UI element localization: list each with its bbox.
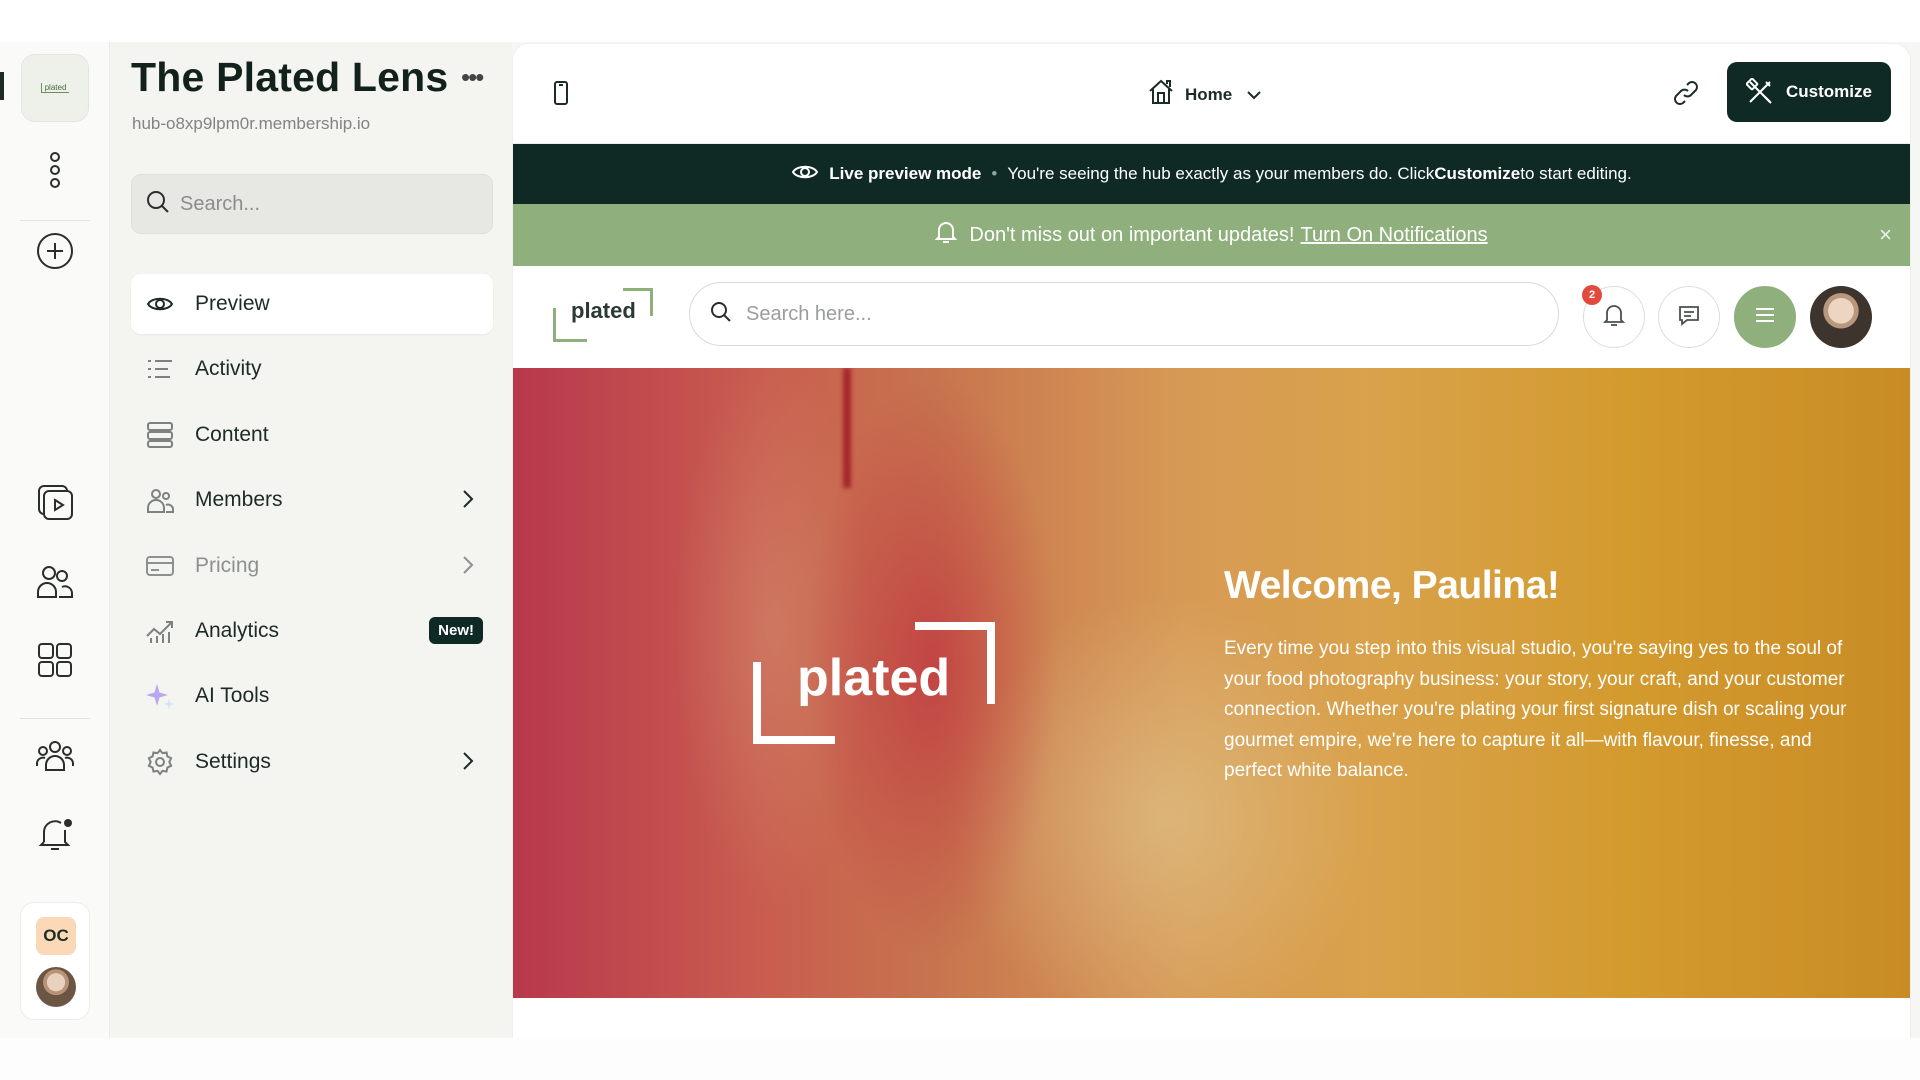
rail-divider bbox=[20, 718, 90, 719]
analytics-chart-icon bbox=[145, 616, 175, 646]
hero-logo: plated bbox=[753, 622, 995, 744]
hero-body: Every time you step into this visual stu… bbox=[1224, 638, 1847, 781]
sidebar-nav: Preview Activity Content Members Pricing… bbox=[131, 274, 493, 797]
eye-icon bbox=[791, 162, 819, 187]
sidebar-item-label: Analytics bbox=[195, 618, 280, 642]
members-icon[interactable] bbox=[31, 557, 79, 605]
content-stack-icon bbox=[145, 420, 175, 450]
messages-button[interactable] bbox=[1658, 286, 1720, 348]
customize-label: Customize bbox=[1786, 82, 1872, 101]
notifications-button[interactable]: 2 bbox=[1582, 285, 1645, 348]
hub-logo[interactable]: plated bbox=[21, 54, 89, 122]
active-marker bbox=[0, 72, 4, 100]
apps-grid-icon[interactable] bbox=[31, 636, 79, 684]
chat-icon bbox=[1677, 303, 1701, 332]
search-icon bbox=[710, 301, 732, 328]
site-search-input[interactable] bbox=[746, 302, 1526, 326]
sidebar-item-label: Content bbox=[195, 422, 269, 446]
sidebar-item-activity[interactable]: Activity bbox=[131, 339, 493, 399]
hero-title: Welcome, Paulina! bbox=[1224, 564, 1560, 607]
org-initials-badge[interactable]: OC bbox=[36, 917, 76, 955]
hub-logo-text: plated bbox=[40, 83, 70, 93]
sidebar-item-label: Members bbox=[195, 488, 283, 512]
community-icon[interactable] bbox=[31, 732, 79, 780]
sidebar-item-ai-tools[interactable]: AI Tools bbox=[131, 666, 493, 726]
customize-button[interactable]: Customize bbox=[1727, 62, 1891, 122]
sidebar-item-analytics[interactable]: Analytics New! bbox=[131, 601, 493, 661]
credit-card-icon bbox=[145, 551, 175, 581]
top-bar bbox=[0, 0, 1920, 42]
media-library-icon[interactable] bbox=[31, 478, 79, 526]
bell-icon bbox=[934, 220, 958, 250]
site-logo-text: plated bbox=[571, 298, 636, 323]
turn-on-notifications-link[interactable]: Turn On Notifications bbox=[1301, 224, 1488, 247]
kebab-icon[interactable] bbox=[31, 146, 79, 194]
avatar[interactable] bbox=[1810, 286, 1872, 348]
sidebar-item-label: Settings bbox=[195, 749, 271, 773]
sidebar-item-content[interactable]: Content bbox=[131, 405, 493, 465]
hero-logo-text: plated bbox=[797, 649, 951, 707]
search-icon bbox=[146, 190, 170, 219]
sidebar: The Plated Lens ••• hub-o8xp9lpm0r.membe… bbox=[111, 42, 512, 1038]
menu-button[interactable] bbox=[1734, 286, 1796, 348]
sidebar-item-label: Activity bbox=[195, 357, 262, 381]
gear-icon bbox=[145, 747, 175, 777]
preview-toolbar: Home Customize bbox=[513, 44, 1910, 144]
sidebar-item-preview[interactable]: Preview bbox=[131, 274, 493, 334]
user-switcher[interactable]: OC bbox=[20, 902, 90, 1020]
site-search[interactable] bbox=[689, 282, 1559, 346]
notification-banner: Don't miss out on important updates! Tur… bbox=[513, 204, 1910, 266]
page-selector[interactable]: Home bbox=[1147, 78, 1262, 111]
chevron-right-icon bbox=[461, 488, 475, 516]
sidebar-item-settings[interactable]: Settings bbox=[131, 732, 493, 792]
live-preview-text: You're seeing the hub exactly as your me… bbox=[1007, 164, 1435, 183]
new-badge: New! bbox=[429, 616, 483, 644]
live-preview-customize-word: Customize bbox=[1434, 164, 1521, 183]
sparkle-icon bbox=[145, 681, 175, 711]
chevron-right-icon bbox=[461, 750, 475, 778]
chevron-down-icon bbox=[1246, 85, 1262, 105]
search-input[interactable] bbox=[180, 192, 480, 216]
chevron-right-icon bbox=[461, 554, 475, 582]
notification-banner-text: Don't miss out on important updates! bbox=[969, 223, 1295, 246]
eye-icon bbox=[145, 289, 175, 319]
hero-background-streak bbox=[843, 368, 851, 488]
sidebar-item-pricing[interactable]: Pricing bbox=[131, 536, 493, 596]
add-circle-icon[interactable] bbox=[31, 227, 79, 275]
live-preview-title: Live preview mode bbox=[829, 164, 982, 183]
bottom-bar bbox=[0, 1038, 1920, 1080]
rail-divider bbox=[20, 220, 90, 221]
hub-title: The Plated Lens bbox=[131, 54, 449, 100]
notification-count-badge: 2 bbox=[1582, 285, 1602, 305]
live-preview-separator: • bbox=[991, 164, 998, 183]
customize-tools-icon bbox=[1746, 78, 1774, 106]
activity-list-icon bbox=[145, 354, 175, 384]
members-icon bbox=[145, 485, 175, 515]
icon-rail: plated OC bbox=[0, 42, 110, 1038]
preview-panel: Home Customize Live preview mode • You'r… bbox=[513, 44, 1910, 1038]
hub-url: hub-o8xp9lpm0r.membership.io bbox=[132, 114, 371, 133]
mobile-preview-icon[interactable] bbox=[553, 80, 569, 111]
hamburger-icon bbox=[1754, 307, 1776, 328]
sidebar-item-label: AI Tools bbox=[195, 684, 270, 708]
ellipsis-icon[interactable]: ••• bbox=[461, 62, 484, 93]
avatar[interactable] bbox=[36, 967, 76, 1007]
sidebar-item-label: Preview bbox=[195, 292, 270, 315]
site-logo[interactable]: plated bbox=[553, 288, 653, 342]
bell-icon bbox=[1602, 303, 1626, 332]
live-preview-banner: Live preview mode • You're seeing the hu… bbox=[513, 144, 1910, 204]
site-header: plated 2 bbox=[513, 266, 1910, 368]
app-window: plated OC The Plated Lens ••• hub-o8xp9l… bbox=[0, 0, 1920, 1080]
copy-link-icon[interactable] bbox=[1671, 78, 1701, 113]
notification-bell-icon[interactable] bbox=[31, 810, 79, 858]
hero-banner: plated Welcome, Paulina! Every time you … bbox=[513, 368, 1910, 998]
sidebar-item-members[interactable]: Members bbox=[131, 470, 493, 530]
sidebar-item-label: Pricing bbox=[195, 553, 260, 577]
live-preview-text-end: to start editing. bbox=[1520, 164, 1632, 183]
sidebar-search[interactable] bbox=[131, 174, 493, 234]
page-selector-label: Home bbox=[1185, 84, 1233, 104]
home-icon bbox=[1147, 78, 1175, 111]
close-icon[interactable]: × bbox=[1879, 222, 1892, 248]
